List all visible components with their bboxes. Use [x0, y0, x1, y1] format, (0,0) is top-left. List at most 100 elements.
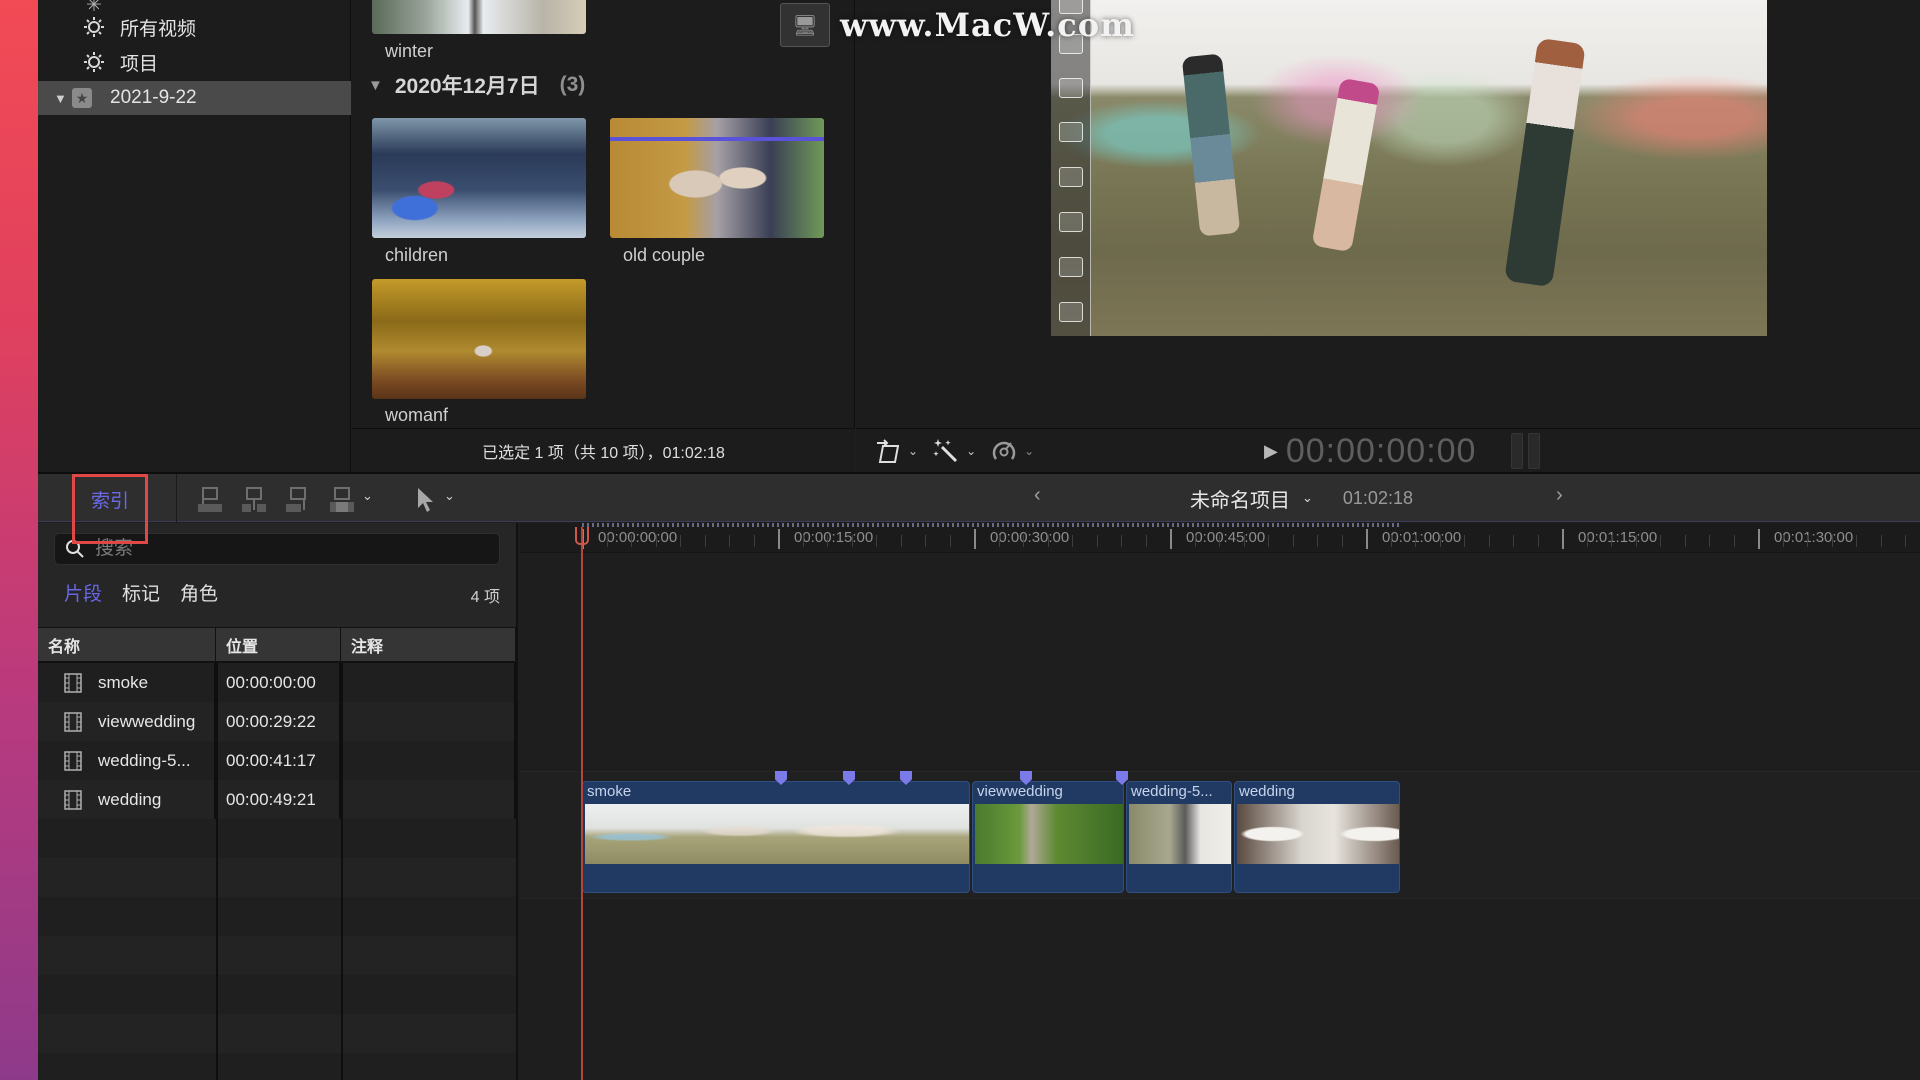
ruler-minor-tick — [1880, 535, 1882, 547]
clip-label: winter — [385, 41, 434, 61]
table-row[interactable]: wedding-5... 00:00:41:17 — [38, 741, 516, 780]
table-row[interactable]: smoke 00:00:00:00 — [38, 663, 516, 702]
timeline-index-panel: 片段 标记 角色 4 项 名称 位置 注释 smoke 00:00:00:00 … — [38, 523, 518, 1080]
clip-name: wedding — [1239, 783, 1295, 800]
forward-arrow-icon[interactable]: › — [1556, 484, 1563, 507]
tab-roles[interactable]: 角色 — [180, 579, 218, 606]
viewer-video-frame[interactable] — [1051, 0, 1767, 336]
connect-clip-icon[interactable] — [196, 486, 224, 514]
ruler-label: 00:01:30:00 — [1774, 529, 1854, 546]
timeline-clip-smoke[interactable]: smoke — [582, 781, 970, 893]
arrow-pointer-icon[interactable] — [414, 486, 442, 514]
chevron-down-icon[interactable]: ⌄ — [444, 488, 455, 504]
clip-thumbnail-womanf[interactable] — [372, 279, 586, 399]
timeline-clip-wedding[interactable]: wedding — [1234, 781, 1400, 893]
ruler-minor-tick — [1145, 535, 1147, 547]
figure-woman-green-pants — [1504, 37, 1586, 288]
playhead[interactable] — [581, 527, 583, 1080]
chevron-down-icon[interactable]: ⌄ — [966, 444, 976, 458]
ruler-minor-tick — [1390, 535, 1392, 547]
timeline-clip-wedding-5[interactable]: wedding-5... — [1126, 781, 1232, 893]
sprocket-hole — [1059, 257, 1083, 277]
clip-note[interactable] — [341, 702, 516, 741]
clip-note[interactable] — [341, 780, 516, 819]
chevron-down-icon[interactable]: ⌄ — [908, 444, 918, 458]
transform-icon[interactable] — [874, 438, 902, 464]
overwrite-clip-icon[interactable] — [328, 486, 356, 514]
ruler-major-tick — [1758, 529, 1760, 549]
ruler-label: 00:00:00:00 — [598, 529, 678, 546]
clip-note[interactable] — [341, 741, 516, 780]
timeline-ruler[interactable]: 00:00:00:00 00:00:15:00 00:00:30:00 00:00:4… — [520, 523, 1920, 553]
clip-thumbnail-old-couple[interactable] — [610, 118, 824, 238]
sidebar-item-projects[interactable]: 项目 — [38, 45, 351, 79]
clip-thumbnail-children[interactable] — [372, 118, 586, 238]
ruler-minor-tick — [1072, 535, 1073, 547]
ruler-minor-tick — [900, 535, 902, 547]
ruler-minor-tick — [655, 535, 657, 547]
ruler-minor-tick — [1733, 535, 1735, 547]
clip-position: 00:00:41:17 — [216, 741, 341, 780]
retime-speed-icon[interactable] — [990, 437, 1018, 465]
disclosure-triangle-icon[interactable]: ▼ — [54, 91, 68, 106]
playhead-handle[interactable] — [575, 527, 589, 545]
tab-tags[interactable]: 标记 — [122, 579, 160, 606]
ruler-minor-tick — [1121, 535, 1122, 547]
back-arrow-icon[interactable]: ‹ — [1034, 484, 1041, 507]
figure-woman-dress — [1311, 77, 1381, 253]
clip-filmstrip — [1129, 804, 1231, 864]
ruler-minor-tick — [998, 535, 1000, 547]
filmstrip-sprocket — [1051, 0, 1091, 336]
ruler-minor-tick — [876, 535, 877, 547]
monitor-icon: 🖥 — [780, 3, 830, 47]
ruler-minor-tick — [1782, 535, 1784, 547]
ruler-minor-tick — [1635, 535, 1637, 547]
sidebar-event-2021-9-22[interactable]: ▼ ★ 2021-9-22 — [38, 81, 351, 115]
ruler-minor-tick — [1856, 535, 1857, 547]
append-clip-icon[interactable] — [284, 486, 312, 514]
ruler-label: 00:01:15:00 — [1578, 529, 1658, 546]
search-input[interactable] — [95, 538, 455, 560]
event-label: 2021-9-22 — [110, 87, 197, 108]
date-group-header[interactable]: ▼ 2020年12月7日 (3) — [368, 70, 585, 100]
table-row[interactable]: wedding 00:00:49:21 — [38, 780, 516, 819]
sprocket-hole — [1059, 167, 1083, 187]
table-row[interactable]: viewwedding 00:00:29:22 — [38, 702, 516, 741]
column-header-position[interactable]: 位置 — [216, 628, 341, 661]
timeline[interactable]: 00:00:00:00 00:00:15:00 00:00:30:00 00:00:4… — [520, 523, 1920, 1080]
libraries-sidebar: ✳ 所有视频 项目 ▼ ★ 2021-9-22 — [38, 0, 351, 472]
ruler-minor-tick — [1023, 535, 1024, 547]
clip-thumbnail-winter[interactable] — [372, 0, 586, 34]
item-count: 4 项 — [470, 589, 500, 606]
play-icon[interactable]: ▶ — [1264, 441, 1278, 462]
ruler-major-tick — [1170, 529, 1172, 549]
ruler-minor-tick — [729, 535, 730, 547]
timeline-index-button[interactable]: 索引 — [72, 474, 148, 544]
column-header-name[interactable]: 名称 — [38, 628, 216, 661]
ruler-minor-tick — [827, 535, 828, 547]
chevron-down-icon[interactable]: ⌄ — [1302, 490, 1313, 506]
sidebar-item-all-videos[interactable]: 所有视频 — [38, 10, 351, 44]
timeline-toolbar: 索引 ⌄ ⌄ ‹ 未命名项目 ⌄ 01:02:18 › — [38, 472, 1920, 544]
index-table: 名称 位置 注释 smoke 00:00:00:00 viewwedding 0… — [38, 627, 516, 1080]
chevron-down-icon[interactable]: ⌄ — [362, 488, 373, 504]
enhance-magic-wand-icon[interactable] — [932, 437, 960, 465]
insert-clip-icon[interactable] — [240, 486, 268, 514]
chevron-down-icon[interactable]: ⌄ — [1024, 444, 1034, 458]
ruler-minor-tick — [753, 535, 755, 547]
film-clip-icon — [64, 789, 82, 810]
film-clip-icon — [64, 672, 82, 693]
event-star-icon: ★ — [72, 88, 92, 108]
timeline-clip-viewwedding[interactable]: viewwedding — [972, 781, 1124, 893]
tab-clips[interactable]: 片段 — [64, 579, 102, 606]
index-label: 索引 — [90, 490, 129, 512]
clip-note[interactable] — [341, 663, 516, 702]
column-header-notes[interactable]: 注释 — [341, 628, 516, 661]
ruler-major-tick — [1562, 529, 1564, 549]
disclosure-triangle-icon[interactable]: ▼ — [368, 77, 383, 94]
audio-meter-left — [1511, 433, 1523, 469]
audio-meters[interactable] — [1511, 433, 1540, 469]
clip-name: wedding — [98, 789, 162, 809]
project-title-menu[interactable]: 未命名项目 ⌄ 01:02:18 — [1190, 474, 1413, 522]
date-group-label: 2020年12月7日 — [394, 75, 540, 98]
